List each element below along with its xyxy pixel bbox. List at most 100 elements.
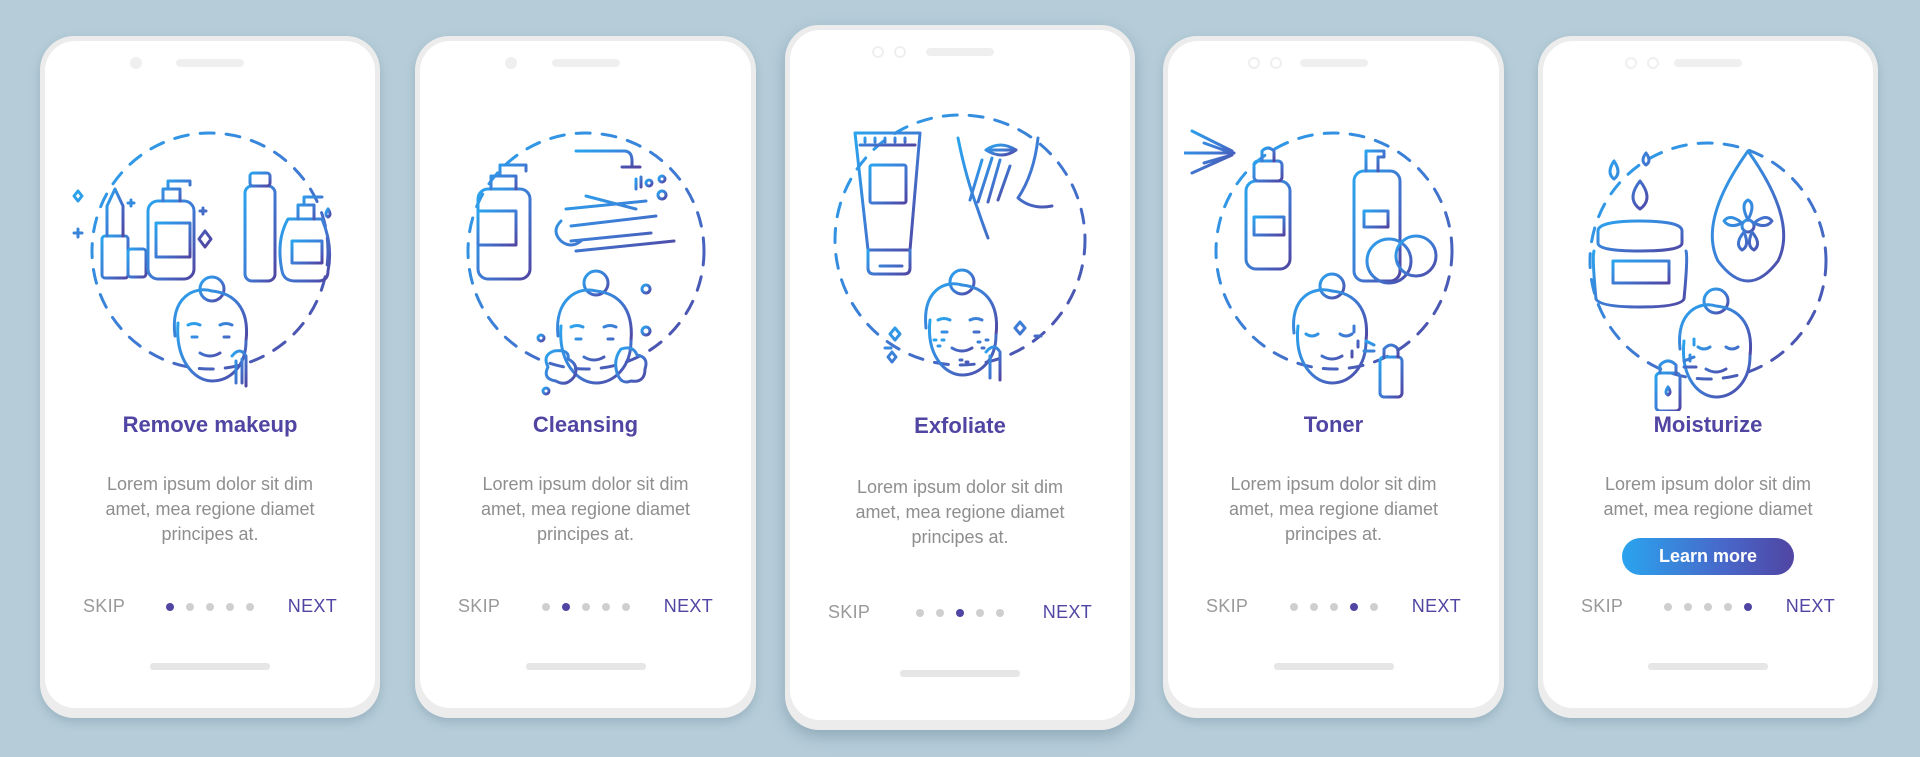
description-line: Lorem ipsum dolor sit dim — [482, 474, 689, 494]
page-dot[interactable] — [936, 609, 944, 617]
phone-screen: Exfoliate Lorem ipsum dolor sit dim amet… — [790, 30, 1130, 720]
phone-screen: Toner Lorem ipsum dolor sit dim amet, me… — [1168, 41, 1499, 708]
camera — [1625, 57, 1637, 69]
toner-illustration — [1183, 129, 1453, 399]
screen-title: Remove makeup — [122, 412, 298, 437]
onboarding-footer: SKIP NEXT — [1206, 596, 1461, 620]
speaker — [1674, 59, 1742, 67]
phone-cleansing: Cleansing Lorem ipsum dolor sit dim amet… — [415, 36, 756, 718]
screen-title: Moisturize — [1653, 412, 1763, 437]
next-button[interactable]: NEXT — [1412, 596, 1461, 617]
onboarding-footer: SKIP NEXT — [458, 596, 713, 620]
page-dot[interactable] — [186, 603, 194, 611]
mist-bottle-icon — [1362, 339, 1403, 399]
moisturize-illustration — [1588, 141, 1828, 411]
description-line: amet, mea regione diamet — [1603, 499, 1813, 519]
page-dot[interactable] — [1704, 603, 1712, 611]
page-dot[interactable] — [581, 603, 590, 611]
screen-title: Cleansing — [532, 412, 639, 437]
skip-button[interactable]: SKIP — [1581, 596, 1623, 617]
home-indicator — [1648, 663, 1768, 670]
home-indicator — [525, 663, 646, 670]
page-dot[interactable] — [1724, 603, 1732, 611]
speaker — [176, 59, 244, 67]
woman-face-mist-icon — [1678, 287, 1753, 399]
screen-description: Lorem ipsum dolor sit dim amet, mea regi… — [460, 472, 711, 547]
camera — [1270, 57, 1282, 69]
scrub-tube-icon — [853, 131, 922, 276]
page-dot[interactable] — [226, 603, 234, 611]
skip-button[interactable]: SKIP — [1206, 596, 1248, 617]
onboarding-footer: SKIP NEXT — [1581, 596, 1835, 620]
page-dot[interactable] — [996, 609, 1004, 617]
page-dot-active[interactable] — [166, 603, 174, 611]
page-dot[interactable] — [916, 609, 924, 617]
camera — [1248, 57, 1260, 69]
page-dot[interactable] — [1309, 603, 1318, 611]
page-dot[interactable] — [1289, 603, 1298, 611]
speaker — [926, 48, 994, 56]
screen-title: Exfoliate — [914, 413, 1006, 438]
skip-button[interactable]: SKIP — [458, 596, 500, 617]
page-dot[interactable] — [621, 603, 630, 611]
skip-button[interactable]: SKIP — [83, 596, 125, 617]
lipstick-icon — [100, 187, 148, 280]
phone-toner: Toner Lorem ipsum dolor sit dim amet, me… — [1163, 36, 1504, 718]
sparkle-icon — [883, 320, 1043, 364]
speaker — [1299, 59, 1368, 67]
onboarding-footer: SKIP NEXT — [828, 602, 1092, 626]
description-line: principes at. — [536, 524, 635, 544]
phone-screen: Remove makeup Lorem ipsum dolor sit dim … — [45, 41, 375, 708]
skip-button[interactable]: SKIP — [828, 602, 870, 623]
next-button[interactable]: NEXT — [1043, 602, 1092, 623]
soap-dispenser-icon — [278, 195, 332, 283]
pump-bottle-icon — [476, 163, 531, 281]
description-line: amet, mea regione diamet — [480, 499, 691, 519]
next-button[interactable]: NEXT — [288, 596, 337, 617]
page-dot[interactable] — [246, 603, 254, 611]
screen-title: Toner — [1303, 412, 1364, 437]
learn-more-button[interactable]: Learn more — [1622, 538, 1794, 575]
page-dot[interactable] — [1329, 603, 1338, 611]
page-indicator — [166, 603, 254, 611]
page-dot-active[interactable] — [1349, 603, 1358, 611]
description-line: amet, mea regione diamet — [855, 502, 1065, 522]
page-dot-active[interactable] — [561, 603, 570, 611]
page-dot[interactable] — [1664, 603, 1672, 611]
description-line: Lorem ipsum dolor sit dim — [1230, 474, 1437, 494]
phone-exfoliate: Exfoliate Lorem ipsum dolor sit dim amet… — [785, 25, 1135, 730]
lip-scrub-hand-icon — [956, 136, 1054, 240]
screen-description: Lorem ipsum dolor sit dim amet, mea regi… — [830, 475, 1090, 550]
page-indicator — [1289, 603, 1378, 611]
water-drops-icon — [1608, 151, 1651, 211]
home-indicator — [1273, 663, 1394, 670]
next-button[interactable]: NEXT — [664, 596, 713, 617]
cream-jar-icon — [1591, 219, 1689, 309]
onboarding-footer: SKIP NEXT — [83, 596, 337, 620]
flower-drop-icon — [1710, 149, 1786, 283]
description-line: Lorem ipsum dolor sit dim — [1604, 474, 1812, 494]
phone-remove-makeup: Remove makeup Lorem ipsum dolor sit dim … — [40, 36, 380, 718]
screen-description: Lorem ipsum dolor sit dim amet, mea regi… — [1583, 472, 1833, 522]
description-line: Lorem ipsum dolor sit dim — [856, 477, 1064, 497]
page-dot[interactable] — [976, 609, 984, 617]
page-dot-active[interactable] — [956, 609, 964, 617]
phone-screen: Cleansing Lorem ipsum dolor sit dim amet… — [420, 41, 751, 708]
page-dot[interactable] — [601, 603, 610, 611]
camera — [1647, 57, 1659, 69]
camera — [894, 46, 906, 58]
camera — [505, 57, 517, 69]
spray-bottle-icon — [1244, 146, 1291, 271]
next-button[interactable]: NEXT — [1786, 596, 1835, 617]
page-dot[interactable] — [206, 603, 214, 611]
description-line: principes at. — [161, 524, 259, 544]
washing-hands-icon — [554, 174, 675, 253]
phone-moisturize: Moisturize Lorem ipsum dolor sit dim ame… — [1538, 36, 1878, 718]
page-dot-active[interactable] — [1744, 603, 1752, 611]
page-dot[interactable] — [541, 603, 550, 611]
mist-bottle-icon — [1654, 355, 1698, 411]
page-dot[interactable] — [1369, 603, 1378, 611]
camera — [130, 57, 142, 69]
page-indicator — [1664, 603, 1752, 611]
page-dot[interactable] — [1684, 603, 1692, 611]
